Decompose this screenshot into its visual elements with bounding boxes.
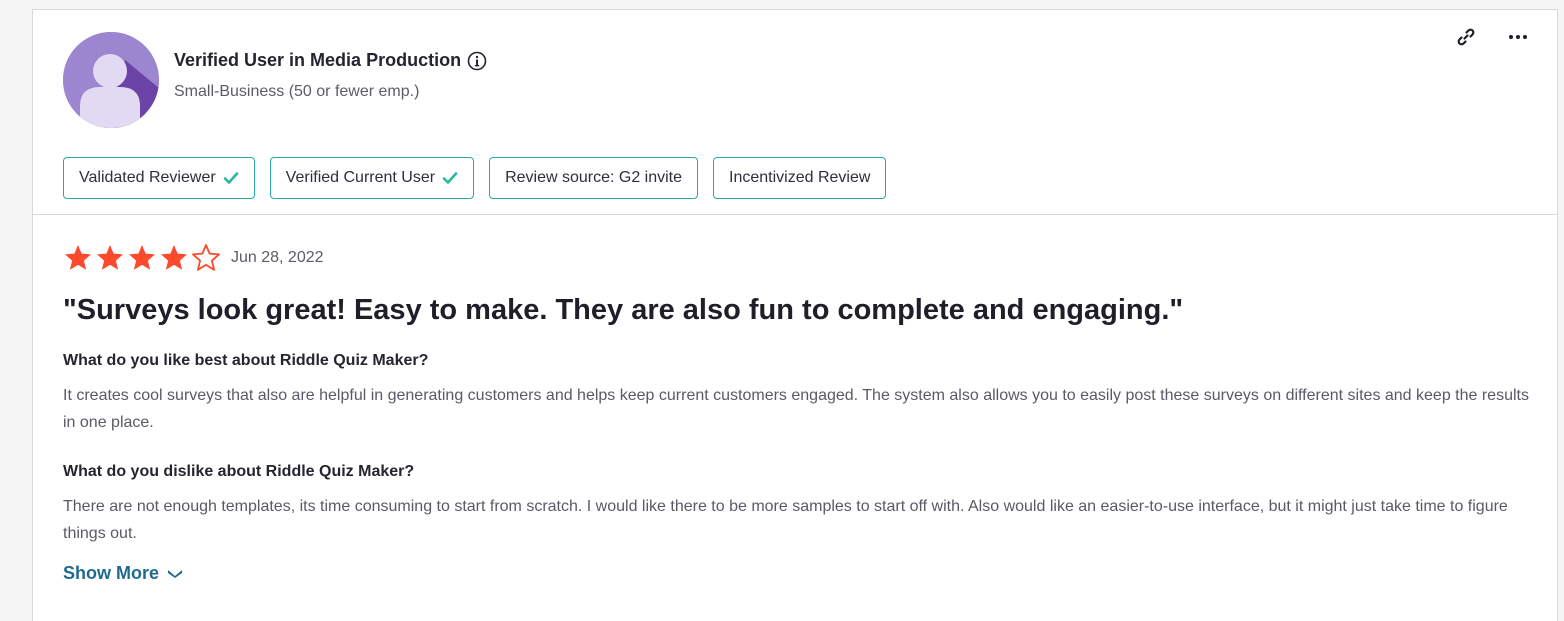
user-avatar-icon [63,32,159,128]
badge-label: Review source: G2 invite [505,169,683,186]
star-filled-icon [65,245,91,270]
review-date: Jun 28, 2022 [231,249,324,266]
company-size: Small-Business (50 or fewer emp.) [174,83,420,100]
star-rating [63,243,221,273]
rating-row: Jun 28, 2022 [63,242,1533,274]
star-filled-icon [161,245,187,270]
badge-label: Validated Reviewer [79,169,216,186]
qa-like: What do you like best about Riddle Quiz … [63,350,1533,436]
link-icon[interactable] [1455,26,1477,48]
badge-validated-reviewer: Validated Reviewer [63,157,255,199]
review-header: Verified User in Media Production Small-… [33,10,1557,215]
user-name: Verified User in Media Production [174,50,487,71]
star-filled-icon [97,245,123,270]
qa-dislike: What do you dislike about Riddle Quiz Ma… [63,461,1533,547]
answer-like: It creates cool surveys that also are he… [63,387,1529,431]
checkmark-icon [223,170,239,186]
show-more-label: Show More [63,563,160,583]
more-options-icon[interactable] [1507,26,1529,48]
review-badges: Validated Reviewer Verified Current User… [63,157,887,199]
checkmark-icon [442,170,458,186]
badge-label: Verified Current User [285,169,436,186]
show-more-button[interactable]: Show More [63,563,183,584]
review-card: Verified User in Media Production Small-… [32,9,1558,621]
badge-review-source: Review source: G2 invite [489,157,699,199]
question-dislike: What do you dislike about Riddle Quiz Ma… [63,463,415,480]
info-icon[interactable] [467,51,487,71]
badge-verified-current-user: Verified Current User [269,157,475,199]
badge-incentivized-review: Incentivized Review [713,157,887,199]
user-name-text: Verified User in Media Production [174,50,462,70]
review-title: "Surveys look great! Easy to make. They … [63,294,1184,326]
chevron-down-icon [167,563,183,584]
star-filled-icon [129,245,155,270]
star-empty-icon [192,244,220,271]
review-actions [1455,26,1529,48]
answer-dislike: There are not enough templates, its time… [63,498,1508,542]
badge-label: Incentivized Review [729,169,871,186]
question-like: What do you like best about Riddle Quiz … [63,352,429,369]
review-body: Jun 28, 2022 "Surveys look great! Easy t… [63,242,1533,584]
